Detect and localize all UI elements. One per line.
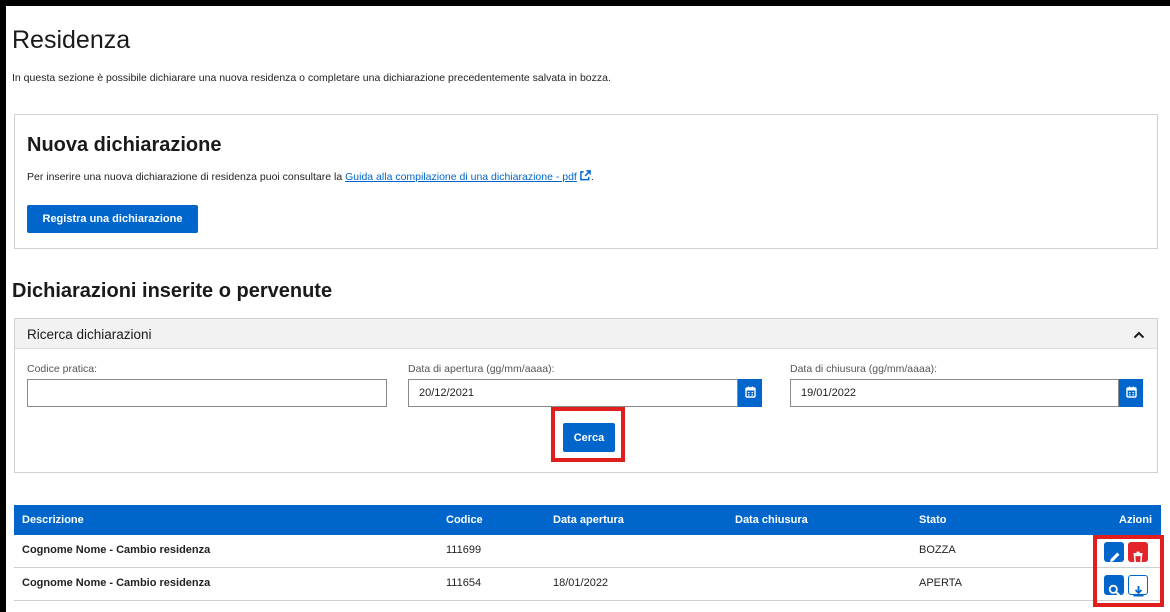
nuova-dichiarazione-intro: Per inserire una nuova dichiarazione di … <box>27 171 343 183</box>
nuova-dichiarazione-text: Per inserire una nuova dichiarazione di … <box>27 170 594 183</box>
table-row: Cognome Nome - Cambio residenza 111699 B… <box>14 535 1161 568</box>
codice-pratica-label: Codice pratica: <box>27 363 98 375</box>
cell-codice: 111654 <box>446 577 482 589</box>
external-link-icon[interactable] <box>580 170 591 181</box>
page-title: Residenza <box>12 26 131 54</box>
data-chiusura-label: Data di chiusura (gg/mm/aaaa): <box>790 363 938 375</box>
column-header-data-chiusura: Data chiusura <box>735 514 808 526</box>
guida-pdf-link-text[interactable]: Guida alla compilazione di una dichiaraz… <box>345 171 577 183</box>
ricerca-panel-title: Ricerca dichiarazioni <box>27 327 152 342</box>
calendar-icon <box>744 386 756 401</box>
ricerca-panel: Ricerca dichiarazioni Codice pratica: Da… <box>14 318 1158 473</box>
column-header-azioni: Azioni <box>1119 514 1152 526</box>
column-header-descrizione: Descrizione <box>22 514 84 526</box>
nuova-dichiarazione-panel: Nuova dichiarazione Per inserire una nuo… <box>14 114 1158 249</box>
cell-stato: BOZZA <box>919 544 956 556</box>
data-apertura-calendar-button[interactable] <box>738 379 762 407</box>
screenshot-frame-left <box>0 0 6 612</box>
page-description: In questa sezione è possibile dichiarare… <box>12 72 611 84</box>
guida-pdf-link[interactable]: Guida alla compilazione di una dichiaraz… <box>345 171 577 183</box>
edit-icon <box>1108 551 1121 567</box>
cell-codice: 111699 <box>446 544 482 556</box>
column-header-codice: Codice <box>446 514 483 526</box>
cell-data-apertura: 18/01/2022 <box>553 577 609 589</box>
edit-button[interactable] <box>1104 542 1124 562</box>
download-button[interactable] <box>1128 575 1148 597</box>
delete-button[interactable] <box>1128 542 1148 564</box>
cell-descrizione: Cognome Nome - Cambio residenza <box>22 577 211 589</box>
calendar-icon <box>1125 386 1137 401</box>
cerca-button[interactable]: Cerca <box>563 423 615 452</box>
ricerca-panel-header[interactable]: Ricerca dichiarazioni <box>15 319 1157 349</box>
codice-pratica-input[interactable] <box>27 379 387 407</box>
registra-dichiarazione-button[interactable]: Registra una dichiarazione <box>27 205 198 233</box>
trash-icon <box>1132 551 1144 567</box>
table-header: Descrizione Codice Data apertura Data ch… <box>14 505 1161 535</box>
column-header-data-apertura: Data apertura <box>553 514 624 526</box>
cell-stato: APERTA <box>919 577 962 589</box>
dichiarazioni-table: Descrizione Codice Data apertura Data ch… <box>14 505 1161 601</box>
cell-descrizione: Cognome Nome - Cambio residenza <box>22 544 211 556</box>
search-icon <box>1108 584 1121 600</box>
nuova-dichiarazione-title: Nuova dichiarazione <box>27 134 222 156</box>
column-header-stato: Stato <box>919 514 947 526</box>
data-chiusura-input[interactable] <box>790 379 1119 407</box>
data-apertura-input[interactable] <box>408 379 738 407</box>
screenshot-frame-top <box>0 0 1170 6</box>
table-row: Cognome Nome - Cambio residenza 111654 1… <box>14 568 1161 601</box>
chevron-up-icon[interactable] <box>1133 328 1145 340</box>
dichiarazioni-section-title: Dichiarazioni inserite o pervenute <box>12 280 333 302</box>
data-apertura-label: Data di apertura (gg/mm/aaaa): <box>408 363 555 375</box>
download-icon <box>1132 585 1145 601</box>
view-button[interactable] <box>1104 575 1124 597</box>
data-chiusura-calendar-button[interactable] <box>1119 379 1143 407</box>
